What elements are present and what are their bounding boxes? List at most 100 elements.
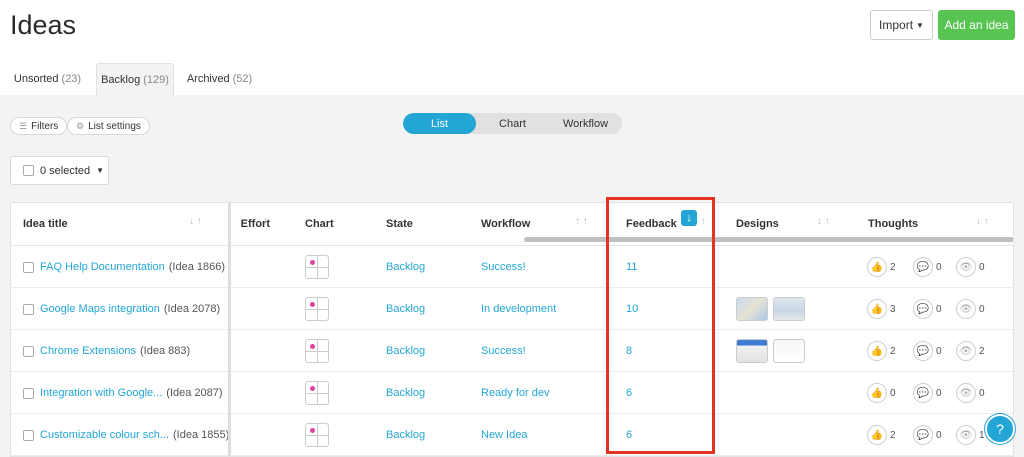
- likes-count: 0: [890, 387, 896, 399]
- col-header-chart[interactable]: Chart: [305, 203, 334, 245]
- workflow-link[interactable]: Success!: [481, 246, 526, 288]
- frozen-column-divider[interactable]: [228, 203, 231, 456]
- bulk-select-dropdown[interactable]: 0 selected ▼: [10, 156, 109, 185]
- thumbs-up-icon: 👍: [867, 383, 887, 403]
- tab-archived[interactable]: Archived (52): [182, 63, 257, 95]
- state-link[interactable]: Backlog: [386, 288, 425, 330]
- chart-icon[interactable]: [305, 339, 329, 363]
- likes-count: 2: [890, 261, 896, 273]
- design-thumbnail[interactable]: [773, 297, 805, 321]
- view-list[interactable]: List: [403, 113, 476, 134]
- row-checkbox[interactable]: [23, 303, 34, 315]
- caret-down-icon: ▼: [916, 20, 924, 30]
- workflow-link[interactable]: Success!: [481, 330, 526, 372]
- comment-icon: 💬: [913, 341, 933, 361]
- row-checkbox[interactable]: [23, 387, 34, 399]
- sort-arrows-icon[interactable]: ↓ ↑: [976, 216, 989, 227]
- table-row[interactable]: Google Maps integration (Idea 2078) Back…: [11, 288, 1013, 330]
- views[interactable]: 👁 0: [956, 382, 985, 404]
- state-link[interactable]: Backlog: [386, 372, 425, 414]
- filters-button[interactable]: ☰ Filters: [10, 117, 68, 135]
- tab-unsorted[interactable]: Unsorted (23): [10, 63, 85, 95]
- col-header-workflow[interactable]: Workflow: [481, 203, 530, 245]
- state-link[interactable]: Backlog: [386, 330, 425, 372]
- likes[interactable]: 👍 3: [867, 298, 896, 320]
- views-count: 0: [979, 261, 985, 273]
- likes-count: 2: [890, 345, 896, 357]
- comment-icon: 💬: [913, 299, 933, 319]
- row-checkbox[interactable]: [23, 429, 34, 441]
- views-count: 0: [979, 303, 985, 315]
- likes[interactable]: 👍 2: [867, 256, 896, 278]
- help-button[interactable]: ?: [985, 414, 1015, 444]
- workflow-link[interactable]: Ready for dev: [481, 372, 549, 414]
- idea-title-link[interactable]: Google Maps integration: [40, 303, 160, 315]
- tab-label: Archived: [186, 73, 230, 85]
- tab-count: (52): [232, 73, 253, 85]
- view-switcher: List Chart Workflow: [403, 113, 622, 134]
- comments[interactable]: 💬 0: [913, 382, 942, 404]
- idea-title-link[interactable]: FAQ Help Documentation: [40, 261, 165, 273]
- idea-title-link[interactable]: Integration with Google...: [40, 387, 162, 399]
- chart-icon[interactable]: [305, 381, 329, 405]
- sort-arrows-icon[interactable]: ↓ ↑: [817, 216, 830, 227]
- comments[interactable]: 💬 0: [913, 256, 942, 278]
- add-idea-button[interactable]: Add an idea: [938, 10, 1015, 40]
- design-thumbnail[interactable]: [736, 297, 768, 321]
- sort-arrows-icon[interactable]: ↑ ↑: [575, 216, 588, 227]
- list-settings-label: List settings: [88, 120, 141, 132]
- state-link[interactable]: Backlog: [386, 414, 425, 456]
- thumbs-up-icon: 👍: [867, 341, 887, 361]
- comments[interactable]: 💬 0: [913, 298, 942, 320]
- view-chart[interactable]: Chart: [476, 113, 549, 134]
- chart-icon[interactable]: [305, 255, 329, 279]
- likes[interactable]: 👍 2: [867, 340, 896, 362]
- design-thumbnail[interactable]: [736, 339, 768, 363]
- row-checkbox[interactable]: [23, 261, 34, 273]
- title-cell: Google Maps integration (Idea 2078): [23, 288, 220, 330]
- views[interactable]: 👁 1: [956, 424, 985, 446]
- design-thumbnail[interactable]: [773, 339, 805, 363]
- tab-backlog[interactable]: Backlog (129): [96, 63, 174, 95]
- likes-count: 3: [890, 303, 896, 315]
- comments[interactable]: 💬 0: [913, 424, 942, 446]
- workflow-link[interactable]: New Idea: [481, 414, 527, 456]
- likes[interactable]: 👍 0: [867, 382, 896, 404]
- table-row[interactable]: Chrome Extensions (Idea 883) Backlog Suc…: [11, 330, 1013, 372]
- idea-ref: (Idea 2087): [166, 387, 223, 399]
- views[interactable]: 👁 0: [956, 298, 985, 320]
- view-workflow[interactable]: Workflow: [549, 113, 622, 134]
- state-link[interactable]: Backlog: [386, 246, 425, 288]
- row-checkbox[interactable]: [23, 345, 34, 357]
- eye-icon: 👁: [956, 341, 976, 361]
- table-row[interactable]: Customizable colour sch... (Idea 1855) B…: [11, 414, 1013, 456]
- comments[interactable]: 💬 0: [913, 340, 942, 362]
- horizontal-scrollbar[interactable]: [524, 237, 1013, 242]
- comment-icon: 💬: [913, 425, 933, 445]
- col-header-title[interactable]: Idea title: [23, 203, 68, 245]
- list-settings-button[interactable]: ⚙ List settings: [67, 117, 150, 135]
- sort-arrows-icon[interactable]: ↓ ↑: [255, 216, 268, 227]
- chart-icon[interactable]: [305, 423, 329, 447]
- idea-title-link[interactable]: Customizable colour sch...: [40, 429, 169, 441]
- likes[interactable]: 👍 2: [867, 424, 896, 446]
- gear-icon: ⚙: [76, 120, 85, 131]
- comments-count: 0: [936, 387, 942, 399]
- table-row[interactable]: Integration with Google... (Idea 2087) B…: [11, 372, 1013, 414]
- sort-arrows-icon[interactable]: ↓ ↑: [189, 216, 202, 227]
- idea-ref: (Idea 1855): [173, 429, 230, 441]
- views-count: 1: [979, 429, 985, 441]
- chart-icon[interactable]: [305, 297, 329, 321]
- table-row[interactable]: FAQ Help Documentation (Idea 1866) Backl…: [11, 246, 1013, 288]
- idea-title-link[interactable]: Chrome Extensions: [40, 345, 136, 357]
- title-cell: Customizable colour sch... (Idea 1855): [23, 414, 229, 456]
- import-button[interactable]: Import ▼: [870, 10, 933, 40]
- select-all-checkbox[interactable]: [23, 165, 34, 176]
- comments-count: 0: [936, 303, 942, 315]
- workflow-link[interactable]: In development: [481, 288, 556, 330]
- comments-count: 0: [936, 429, 942, 441]
- col-header-state[interactable]: State: [386, 203, 413, 245]
- tab-label: Backlog: [101, 73, 141, 86]
- views[interactable]: 👁 0: [956, 256, 985, 278]
- views[interactable]: 👁 2: [956, 340, 985, 362]
